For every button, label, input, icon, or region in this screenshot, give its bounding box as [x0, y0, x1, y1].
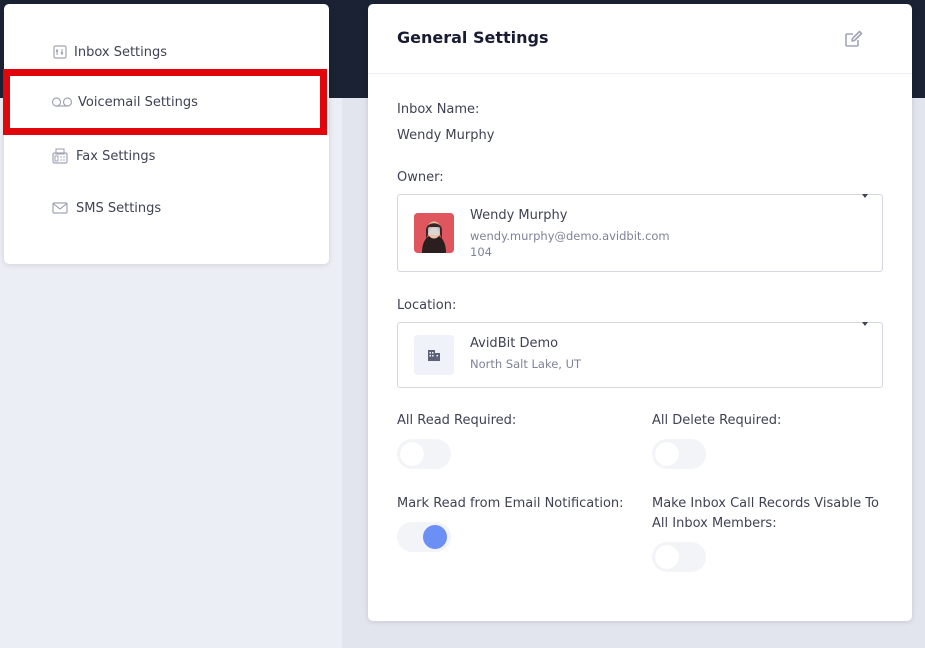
voicemail-icon [51, 94, 73, 110]
avatar [414, 213, 454, 253]
fax-icon [52, 148, 68, 164]
nav-item-voicemail-settings[interactable]: Voicemail Settings [3, 69, 327, 135]
envelope-icon [52, 200, 68, 216]
all-delete-required-label: All Delete Required: [652, 413, 782, 428]
page-title: General Settings [397, 28, 549, 47]
owner-name: Wendy Murphy [470, 208, 568, 223]
inbox-name-label: Inbox Name: [397, 102, 480, 117]
all-read-required-label: All Read Required: [397, 413, 517, 428]
nav-item-label: Inbox Settings [74, 44, 168, 60]
owner-extension: 104 [470, 245, 492, 259]
nav-item-fax-settings[interactable]: Fax Settings [4, 130, 329, 182]
general-settings-card: General Settings Inbox Name: Wendy Murph… [368, 4, 912, 621]
nav-item-sms-settings[interactable]: SMS Settings [4, 182, 329, 234]
owner-email: wendy.murphy@demo.avidbit.com [470, 229, 670, 243]
inbox-settings-icon [52, 44, 68, 60]
nav-item-label: SMS Settings [76, 200, 162, 216]
edit-button[interactable] [844, 29, 864, 49]
make-visible-label-line1: Make Inbox Call Records Visable To [652, 496, 879, 511]
settings-nav-card: Inbox Settings Voicemail Settings Fax Se… [3, 4, 329, 264]
toggle-knob [423, 525, 447, 549]
location-name: AvidBit Demo [470, 336, 559, 351]
toggle-knob [400, 442, 424, 466]
building-icon [414, 335, 454, 375]
all-read-required-toggle[interactable] [397, 439, 451, 469]
toggle-knob [655, 442, 679, 466]
chevron-down-icon [862, 322, 868, 326]
location-label: Location: [397, 298, 457, 313]
make-visible-toggle[interactable] [652, 542, 706, 572]
chevron-down-icon [862, 194, 868, 198]
location-select[interactable]: AvidBit Demo North Salt Lake, UT [397, 322, 883, 388]
all-delete-required-toggle[interactable] [652, 439, 706, 469]
card-header: General Settings [368, 4, 912, 74]
edit-icon [844, 30, 864, 53]
nav-item-label: Fax Settings [76, 148, 156, 164]
make-visible-label-line2: All Inbox Members: [652, 516, 777, 531]
inbox-name-value: Wendy Murphy [397, 128, 495, 143]
mark-read-email-toggle[interactable] [397, 522, 451, 552]
toggle-knob [655, 545, 679, 569]
mark-read-email-label: Mark Read from Email Notification: [397, 496, 624, 511]
location-address: North Salt Lake, UT [470, 357, 582, 371]
owner-label: Owner: [397, 170, 444, 185]
owner-select[interactable]: Wendy Murphy wendy.murphy@demo.avidbit.c… [397, 194, 883, 272]
nav-item-label: Voicemail Settings [78, 94, 198, 110]
